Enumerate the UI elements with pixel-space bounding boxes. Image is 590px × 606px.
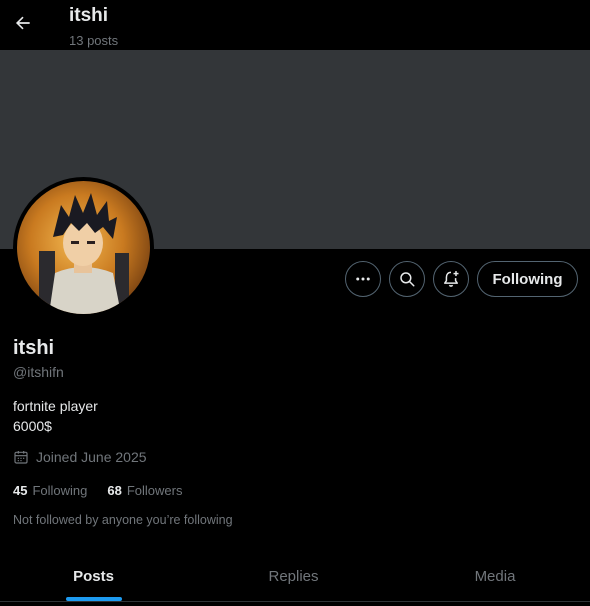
following-label: Following <box>32 483 88 498</box>
search-icon <box>400 272 415 287</box>
not-followed-note: Not followed by anyone you’re following <box>13 513 233 527</box>
bio-line: fortnite player <box>13 398 98 414</box>
more-icon <box>356 277 370 281</box>
followers-link[interactable]: 68 Followers <box>107 483 182 498</box>
avatar-image <box>17 181 150 314</box>
tab-label: Replies <box>268 568 319 585</box>
following-button[interactable]: Following <box>477 261 578 297</box>
tab-replies[interactable]: Replies <box>187 552 400 601</box>
more-button[interactable] <box>345 261 381 297</box>
tab-posts[interactable]: Posts <box>0 552 187 601</box>
active-tab-indicator <box>66 597 122 601</box>
bio: fortnite player 6000$ <box>13 396 98 436</box>
posts-count: 13 posts <box>69 33 119 48</box>
notify-button[interactable] <box>433 261 469 297</box>
search-button[interactable] <box>389 261 425 297</box>
tab-label: Media <box>474 568 516 585</box>
bell-plus-icon <box>444 271 459 287</box>
arrow-left-icon <box>15 16 30 30</box>
avatar-frame[interactable] <box>13 177 154 318</box>
tab-label: Posts <box>73 568 114 585</box>
followers-label: Followers <box>126 483 183 498</box>
header-title: itshi <box>69 5 109 26</box>
joined-text: Joined June 2025 <box>36 449 147 465</box>
profile-tabs: Posts Replies Media <box>0 552 590 602</box>
following-count: 45 <box>13 483 28 498</box>
bio-line: 6000$ <box>13 418 52 434</box>
user-handle: @itshifn <box>13 364 64 380</box>
display-name: itshi <box>13 337 55 359</box>
top-bar: itshi 13 posts <box>0 0 590 50</box>
followers-count: 68 <box>107 483 122 498</box>
calendar-icon <box>13 449 29 465</box>
tab-media[interactable]: Media <box>400 552 590 601</box>
following-link[interactable]: 45 Following <box>13 483 87 498</box>
follow-stats: 45 Following 68 Followers <box>13 483 182 498</box>
back-button[interactable] <box>8 8 38 38</box>
joined-date: Joined June 2025 <box>13 449 147 465</box>
avatar[interactable] <box>17 181 150 314</box>
